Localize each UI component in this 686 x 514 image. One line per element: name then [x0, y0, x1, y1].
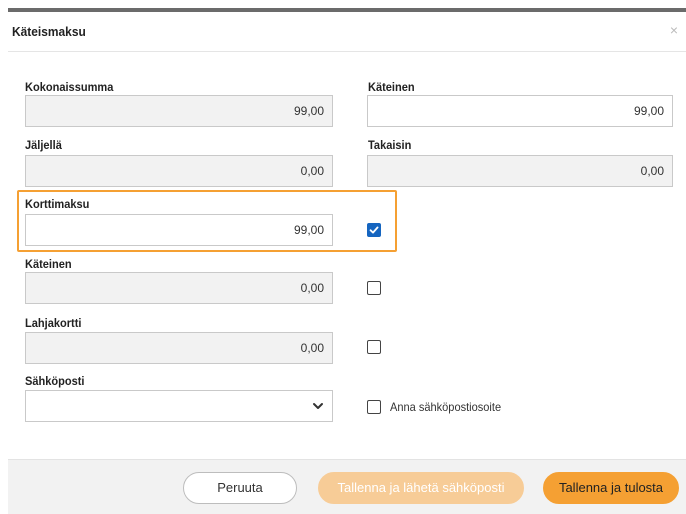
chevron-down-icon	[313, 403, 323, 409]
dialog-header: Käteismaksu ×	[8, 12, 686, 52]
email-label: Sähköposti	[25, 374, 85, 388]
remaining-label: Jäljellä	[25, 138, 62, 152]
save-and-print-button[interactable]: Tallenna ja tulosta	[543, 472, 679, 504]
email-checkbox-label: Anna sähköpostiosoite	[390, 400, 502, 414]
change-label: Takaisin	[368, 138, 412, 152]
cash-payment-checkbox[interactable]	[367, 281, 381, 295]
cash-payment-field: 0,00	[25, 272, 333, 304]
giftcard-field: 0,00	[25, 332, 333, 364]
total-label: Kokonaissumma	[25, 80, 114, 94]
close-icon[interactable]: ×	[670, 22, 678, 38]
email-checkbox[interactable]	[367, 400, 381, 414]
checkmark-icon	[369, 226, 379, 234]
remaining-field: 0,00	[25, 155, 333, 187]
dialog-title: Käteismaksu	[12, 24, 86, 39]
cash-payment-label: Käteinen	[25, 257, 72, 271]
card-payment-label: Korttimaksu	[25, 197, 90, 211]
email-select[interactable]	[25, 390, 333, 422]
giftcard-checkbox[interactable]	[367, 340, 381, 354]
change-field: 0,00	[367, 155, 673, 187]
total-field: 99,00	[25, 95, 333, 127]
card-payment-checkbox[interactable]	[367, 223, 381, 237]
cancel-button[interactable]: Peruuta	[183, 472, 297, 504]
cash-received-input[interactable]: 99,00	[367, 95, 673, 127]
save-and-email-button[interactable]: Tallenna ja lähetä sähköposti	[318, 472, 524, 504]
card-payment-input[interactable]: 99,00	[25, 214, 333, 246]
giftcard-label: Lahjakortti	[25, 316, 82, 330]
cash-received-label: Käteinen	[368, 80, 415, 94]
